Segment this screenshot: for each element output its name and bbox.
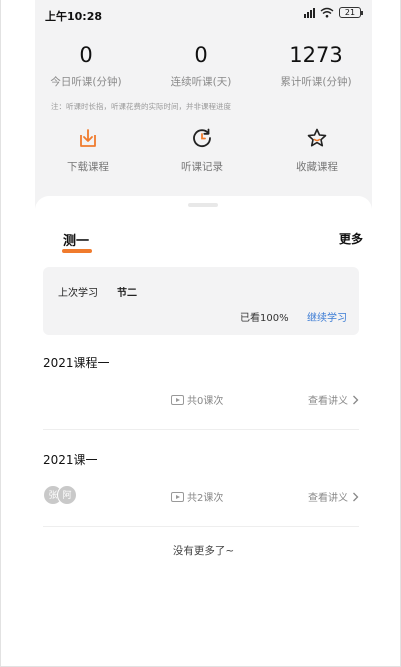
continue-learning-button[interactable]: 继续学习	[307, 309, 347, 324]
active-tab-indicator	[62, 249, 92, 253]
lesson-count: 共2课次	[171, 489, 223, 504]
course-item[interactable]: 2021课一 张 阿 共2课次 查看讲义	[43, 451, 359, 543]
lesson-count: 共0课次	[171, 392, 223, 407]
wifi-icon	[320, 7, 334, 18]
favorite-courses-button[interactable]: 收藏课程	[277, 127, 357, 174]
no-more-text: 没有更多了~	[172, 545, 235, 557]
quick-action-label: 听课记录	[181, 161, 223, 173]
status-time: 上午10:28	[45, 10, 103, 23]
quick-action-label: 收藏课程	[296, 161, 338, 173]
status-bar: 上午10:28 21	[45, 6, 363, 24]
listening-history-button[interactable]: 听课记录	[162, 127, 242, 174]
resume-section: 节二	[117, 288, 137, 299]
teacher-avatars: 张 阿	[43, 485, 77, 505]
course-item[interactable]: 2021课程一 共0课次 查看讲义	[43, 354, 359, 446]
video-icon	[171, 394, 184, 405]
signal-icon	[304, 7, 315, 18]
divider	[43, 429, 359, 430]
resume-card[interactable]: 上次学习 节二 已看100% 继续学习	[43, 267, 359, 335]
handout-label: 查看讲义	[308, 396, 348, 407]
stat-label: 今日听课(分钟)	[50, 76, 122, 88]
stat-today: 0 今日听课(分钟)	[31, 42, 141, 89]
tab-ce-yi[interactable]: 测一	[63, 230, 89, 249]
lesson-count-text: 共2课次	[187, 493, 224, 504]
stat-value: 0	[79, 43, 93, 67]
status-icons: 21	[304, 7, 363, 18]
stat-total: 1273 累计听课(分钟)	[261, 42, 371, 89]
quick-action-label: 下载课程	[67, 161, 109, 173]
chevron-right-icon	[353, 395, 359, 404]
history-icon	[193, 128, 211, 148]
sheet-handle[interactable]	[188, 203, 218, 207]
video-icon	[171, 491, 184, 502]
chevron-right-icon	[353, 492, 359, 501]
more-link[interactable]: 更多	[339, 230, 363, 247]
download-courses-button[interactable]: 下载课程	[48, 127, 128, 174]
resume-label: 上次学习	[58, 288, 98, 299]
course-title: 2021课一	[43, 453, 98, 467]
stats-row: 0 今日听课(分钟) 0 连续听课(天) 1273 累计听课(分钟)	[45, 42, 361, 102]
view-handout-link[interactable]: 查看讲义	[308, 489, 359, 504]
stat-label: 累计听课(分钟)	[280, 76, 352, 88]
stat-streak: 0 连续听课(天)	[146, 42, 256, 89]
avatar: 阿	[57, 485, 77, 505]
view-handout-link[interactable]: 查看讲义	[308, 392, 359, 407]
divider	[43, 526, 359, 527]
stat-value: 0	[194, 43, 208, 67]
lesson-count-text: 共0课次	[187, 396, 224, 407]
stat-value: 1273	[289, 43, 343, 67]
stat-label: 连续听课(天)	[170, 76, 232, 88]
listening-note: 注：听课时长指，听课花费的实际时间，并非课程进度	[51, 102, 231, 111]
course-title: 2021课程一	[43, 356, 110, 370]
app-page: 上午10:28 21 0 今日听课(分钟) 0 连续听课(天) 1273 累计听…	[0, 0, 401, 667]
resume-progress: 已看100%	[240, 313, 289, 324]
course-sheet: 测一 更多 上次学习 节二 已看100% 继续学习 2021课程一 共0课次 查…	[35, 196, 372, 616]
battery-icon: 21	[339, 7, 363, 18]
star-icon	[307, 128, 327, 147]
handout-label: 查看讲义	[308, 493, 348, 504]
download-icon	[80, 129, 96, 147]
